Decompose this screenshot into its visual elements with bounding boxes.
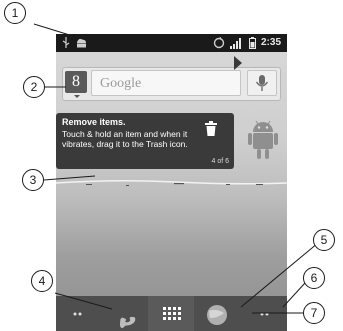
callout-4: 4	[31, 270, 53, 292]
callout-2: 2	[23, 76, 45, 98]
callout-5: 5	[313, 229, 335, 251]
annotated-screenshot: 2:35 8 Google Remove items. Touch & hold…	[0, 0, 343, 331]
callout-6: 6	[303, 267, 325, 289]
callout-7: 7	[303, 302, 325, 324]
callout-3: 3	[22, 169, 44, 191]
callout-1: 1	[4, 2, 26, 24]
